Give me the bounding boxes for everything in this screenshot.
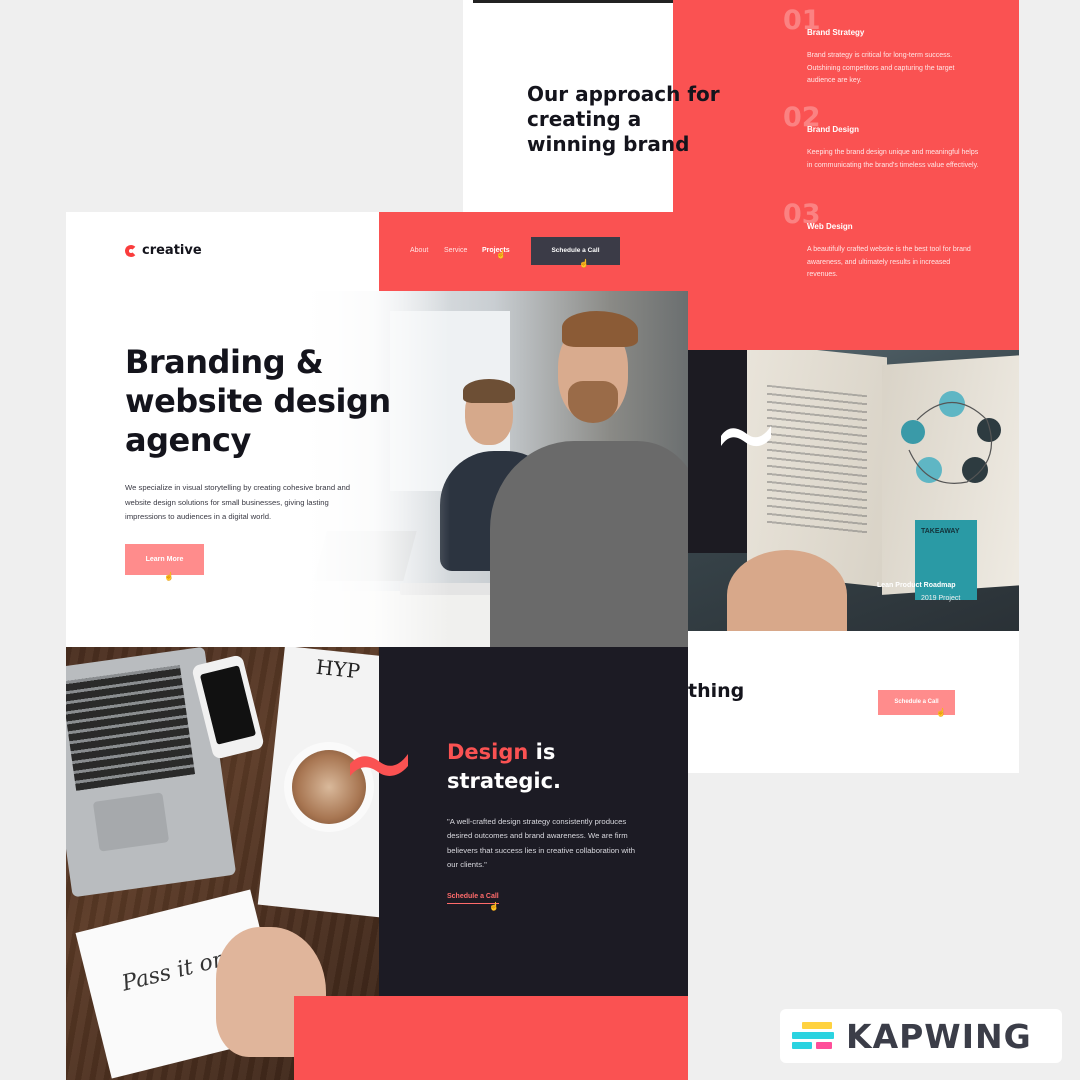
logo-bar — [792, 1032, 834, 1039]
hero-title: Branding & website design agency — [125, 343, 391, 459]
step-description: Keeping the brand design unique and mean… — [807, 149, 979, 169]
white-swoosh-icon — [721, 426, 771, 447]
designer-hair — [562, 311, 638, 347]
nav-link-about[interactable]: About — [410, 247, 428, 254]
hand-holding-book — [727, 550, 847, 631]
project-title: Lean Product Roadmap — [877, 582, 956, 589]
footer-accent-block — [294, 996, 688, 1080]
book-text-lines — [767, 384, 867, 536]
logo-text: creative — [142, 243, 202, 258]
heading-accent: Design — [447, 740, 529, 764]
heading-text: is — [528, 740, 556, 764]
kapwing-watermark: KAPWING — [780, 1009, 1062, 1063]
takeaway-label: TAKEAWAY — [921, 528, 960, 535]
magazine-text: HYP — [314, 654, 362, 684]
heading-text-line2: strategic. — [447, 769, 562, 793]
red-swoosh-icon — [350, 754, 408, 776]
approach-heading: Our approach for creating a winning bran… — [527, 82, 720, 156]
strategic-heading: Design is strategic. — [447, 738, 647, 796]
hand-pointer-icon: ☝ — [489, 902, 499, 911]
kapwing-logo-icon — [792, 1020, 836, 1052]
logo-bar — [816, 1042, 832, 1049]
back-page-top-divider — [473, 0, 673, 3]
designer-beard — [568, 381, 618, 423]
step-title: Brand Strategy — [807, 28, 865, 37]
strategy-quote: "A well-crafted design strategy consiste… — [447, 817, 636, 870]
partial-heading: thing — [688, 680, 745, 702]
logo-bar — [792, 1042, 812, 1049]
logo[interactable]: creative — [125, 243, 202, 258]
designer-body — [490, 441, 688, 647]
kapwing-text: KAPWING — [846, 1016, 1032, 1056]
dark-accent-strip — [687, 350, 747, 553]
hand-pointer-icon: ☝ — [936, 708, 946, 717]
logo-bar — [802, 1022, 832, 1029]
project-year: 2019 Project — [921, 595, 961, 602]
hand-pointer-icon: ☝ — [579, 259, 589, 268]
step-description: Brand strategy is critical for long-term… — [807, 52, 955, 84]
step-title: Web Design — [807, 222, 853, 231]
trackpad — [92, 792, 170, 852]
c-mark-icon — [125, 244, 137, 257]
nav-schedule-call-button[interactable]: Schedule a Call — [531, 237, 620, 265]
step-title: Brand Design — [807, 125, 860, 134]
hand-pointer-icon: ☝ — [496, 250, 506, 259]
cycle-diagram-icon — [901, 391, 1001, 484]
colleague-hair — [463, 379, 515, 403]
laptop-keys — [66, 665, 196, 791]
learn-more-button[interactable]: Learn More — [125, 544, 204, 575]
hand-pointer-icon: ☝ — [164, 572, 174, 581]
nav-link-service[interactable]: Service — [444, 247, 467, 254]
step-description: A beautifully crafted website is the bes… — [807, 246, 971, 278]
hero-description: We specialize in visual storytelling by … — [125, 483, 351, 521]
